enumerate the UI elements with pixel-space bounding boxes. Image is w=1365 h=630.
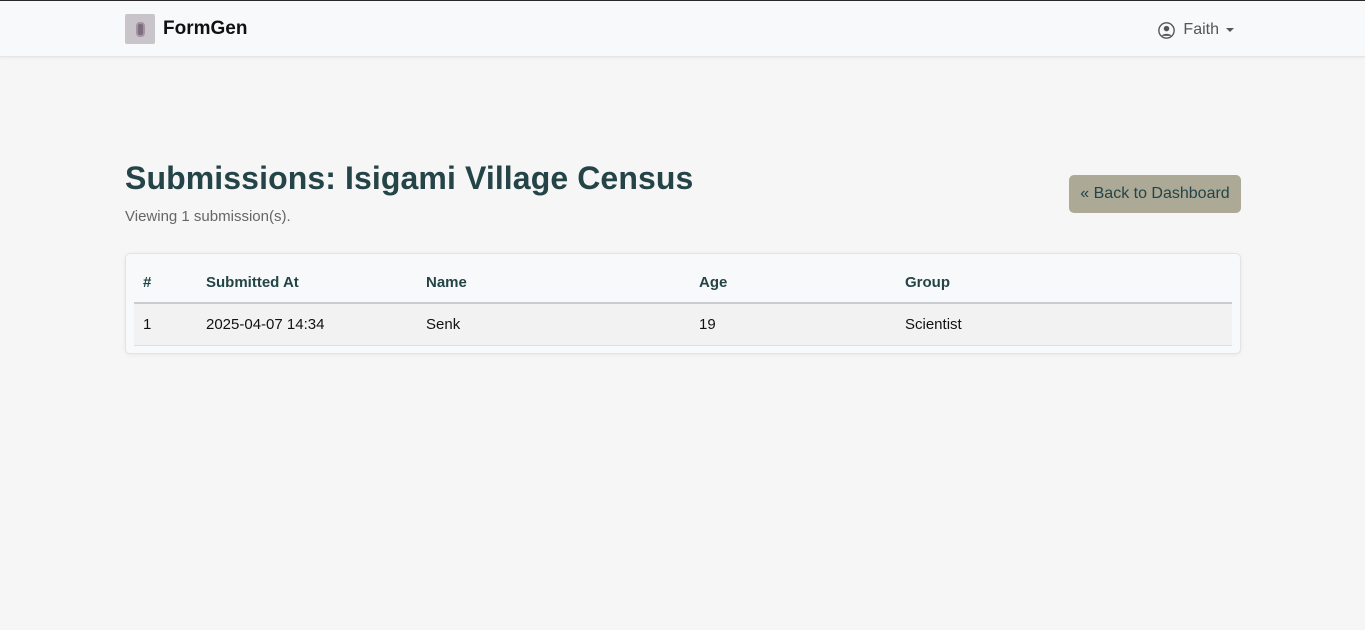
- column-header-submitted-at: Submitted At: [197, 262, 417, 304]
- user-circle-icon: [1158, 21, 1176, 39]
- top-navbar: FormGen Faith: [0, 1, 1365, 57]
- column-header-group: Group: [896, 262, 1232, 304]
- column-header-number: #: [134, 262, 197, 304]
- table-header-row: # Submitted At Name Age Group: [134, 262, 1232, 304]
- page-title: Submissions: Isigami Village Census: [125, 160, 694, 196]
- cell-submitted-at: 2025-04-07 14:34: [197, 303, 417, 346]
- column-header-name: Name: [417, 262, 690, 304]
- brand-name: FormGen: [163, 18, 248, 39]
- form-logo-icon: [125, 14, 155, 44]
- cell-name: Senk: [417, 303, 690, 346]
- cell-number: 1: [134, 303, 197, 346]
- cell-group: Scientist: [896, 303, 1232, 346]
- chevron-down-icon: [1226, 28, 1234, 32]
- table-row: 1 2025-04-07 14:34 Senk 19 Scientist: [134, 303, 1232, 346]
- submissions-card: # Submitted At Name Age Group 1 2025-04-…: [125, 253, 1241, 354]
- back-to-dashboard-button[interactable]: « Back to Dashboard: [1069, 175, 1241, 213]
- cell-age: 19: [690, 303, 896, 346]
- brand-link[interactable]: FormGen: [125, 14, 247, 44]
- submission-count: Viewing 1 submission(s).: [125, 208, 291, 225]
- column-header-age: Age: [690, 262, 896, 304]
- user-dropdown[interactable]: Faith: [1158, 19, 1234, 41]
- user-name: Faith: [1183, 21, 1219, 38]
- submissions-table: # Submitted At Name Age Group 1 2025-04-…: [134, 262, 1232, 346]
